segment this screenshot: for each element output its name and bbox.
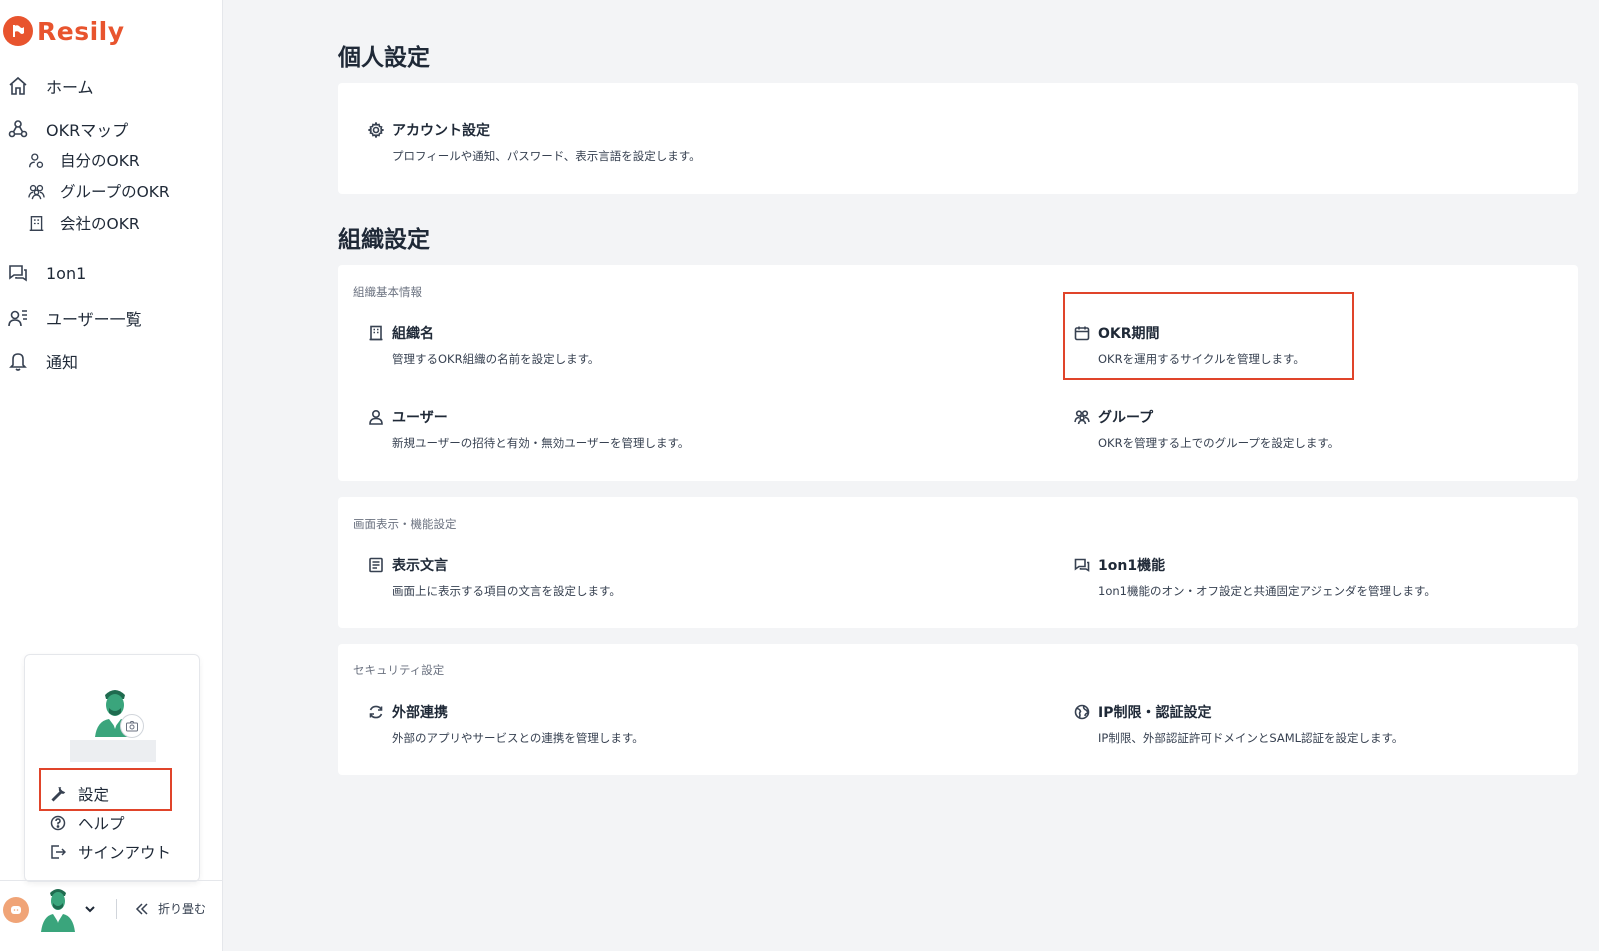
group-icon (1074, 410, 1090, 425)
camera-icon[interactable] (120, 714, 144, 738)
sync-icon (369, 705, 383, 719)
account-settings-link[interactable]: アカウント設定 プロフィールや通知、パスワード、表示言語を設定します。 (368, 120, 701, 164)
setting-description: OKRを管理する上でのグループを設定します。 (1098, 436, 1340, 450)
org-settings-title: 組織設定 (338, 227, 430, 253)
building-icon (369, 325, 383, 341)
setting-title: 表示文言 (392, 558, 448, 574)
setting-title: アカウント設定 (392, 123, 490, 139)
okr-period-highlight-box (1063, 292, 1354, 380)
menu-label: サインアウト (78, 844, 172, 862)
setting-title: 1on1機能 (1098, 558, 1166, 574)
nav-label: ホーム (46, 78, 94, 97)
nav-my-okr[interactable]: 自分のOKR (26, 149, 140, 171)
nav-notifications[interactable]: 通知 (8, 349, 78, 373)
nav-okr-map[interactable]: OKRマップ (8, 117, 128, 141)
org-basic-info-card: 組織基本情報 組織名 管理するOKR組織の名前を設定します。 OKR期間 OKR… (338, 265, 1578, 481)
flag-icon (3, 16, 33, 46)
brand-name: Resily (37, 16, 125, 46)
setting-description: 1on1機能のオン・オフ設定と共通固定アジェンダを管理します。 (1098, 584, 1436, 598)
user-icon (369, 409, 383, 425)
globe-icon (1074, 704, 1090, 720)
help-icon (50, 815, 66, 831)
personal-settings-card: アカウント設定 プロフィールや通知、パスワード、表示言語を設定します。 (338, 83, 1578, 194)
users-link[interactable]: ユーザー 新規ユーザーの招待と有効・無効ユーザーを管理します。 (368, 407, 689, 451)
users-list-icon (8, 308, 28, 328)
setting-title: 外部連携 (392, 705, 448, 721)
nav-company-okr[interactable]: 会社のOKR (26, 212, 140, 234)
nav-label: 1on1 (46, 263, 87, 283)
nav-group-okr[interactable]: グループのOKR (26, 180, 170, 202)
settings-highlight-box (39, 768, 172, 811)
personal-settings-title: 個人設定 (338, 45, 430, 71)
setting-description: 新規ユーザーの招待と有効・無効ユーザーを管理します。 (392, 436, 690, 450)
display-text-link[interactable]: 表示文言 画面上に表示する項目の文言を設定します。 (368, 555, 621, 599)
nav-1on1[interactable]: 1on1 (8, 263, 86, 283)
external-integration-link[interactable]: 外部連携 外部のアプリやサービスとの連携を管理します。 (368, 702, 644, 746)
collapse-label: 折り畳む (158, 902, 207, 916)
nav-label: 会社のOKR (60, 215, 140, 233)
group-label: 画面表示・機能設定 (353, 517, 457, 531)
setting-description: 外部のアプリやサービスとの連携を管理します。 (392, 731, 644, 745)
1on1-feature-link[interactable]: 1on1機能 1on1機能のオン・オフ設定と共通固定アジェンダを管理します。 (1074, 555, 1436, 599)
chevron-down-icon[interactable] (80, 899, 100, 919)
org-name-link[interactable]: 組織名 管理するOKR組織の名前を設定します。 (368, 323, 599, 367)
org-display-card: 画面表示・機能設定 表示文言 画面上に表示する項目の文言を設定します。 1on1… (338, 497, 1578, 628)
signout-menu-item[interactable]: サインアウト (50, 841, 171, 863)
sidebar: Resily ホーム OKRマップ 自分のOKR グループのOKR 会社のOKR… (0, 0, 223, 951)
nav-label: 通知 (46, 353, 79, 372)
home-icon (8, 76, 28, 96)
ip-auth-settings-link[interactable]: IP制限・認証設定 IP制限、外部認証許可ドメインとSAML認証を設定します。 (1074, 702, 1403, 746)
nav-label: グループのOKR (60, 183, 170, 201)
user-name-placeholder (70, 740, 156, 762)
group-label: セキュリティ設定 (353, 663, 445, 677)
nav-label: OKRマップ (46, 121, 129, 140)
double-chevron-left-icon (135, 902, 148, 915)
setting-description: プロフィールや通知、パスワード、表示言語を設定します。 (392, 149, 701, 163)
setting-title: IP制限・認証設定 (1098, 705, 1212, 721)
signout-icon (51, 845, 66, 859)
document-icon (369, 557, 383, 573)
user-avatar[interactable] (38, 884, 78, 932)
groups-link[interactable]: グループ OKRを管理する上でのグループを設定します。 (1074, 407, 1339, 451)
help-menu-item[interactable]: ヘルプ (50, 812, 125, 834)
setting-description: IP制限、外部認証許可ドメインとSAML認証を設定します。 (1098, 731, 1404, 745)
chat-icon (8, 263, 28, 283)
setting-title: グループ (1098, 410, 1154, 426)
group-icon (26, 181, 46, 201)
support-chat-icon[interactable] (3, 897, 29, 923)
org-security-card: セキュリティ設定 外部連携 外部のアプリやサービスとの連携を管理します。 IP制… (338, 644, 1578, 775)
collapse-button[interactable]: 折り畳む (134, 900, 206, 917)
setting-title: 組織名 (392, 326, 434, 342)
gear-icon (368, 122, 384, 138)
building-icon (26, 213, 46, 233)
chat-icon (1074, 558, 1090, 572)
user-okr-icon (26, 150, 46, 170)
setting-description: 管理するOKR組織の名前を設定します。 (392, 352, 600, 366)
setting-title: ユーザー (392, 410, 448, 426)
nav-home[interactable]: ホーム (8, 74, 94, 98)
divider (116, 899, 117, 919)
group-label: 組織基本情報 (353, 285, 422, 299)
resily-logo[interactable]: Resily (3, 16, 125, 46)
nav-label: ユーザー一覧 (46, 310, 142, 329)
bell-icon (8, 351, 28, 371)
menu-label: ヘルプ (78, 815, 125, 833)
nav-users[interactable]: ユーザー一覧 (8, 306, 142, 330)
setting-description: 画面上に表示する項目の文言を設定します。 (392, 584, 621, 598)
okr-map-icon (8, 119, 28, 139)
sidebar-footer: 折り畳む (0, 880, 223, 936)
nav-label: 自分のOKR (60, 152, 140, 170)
